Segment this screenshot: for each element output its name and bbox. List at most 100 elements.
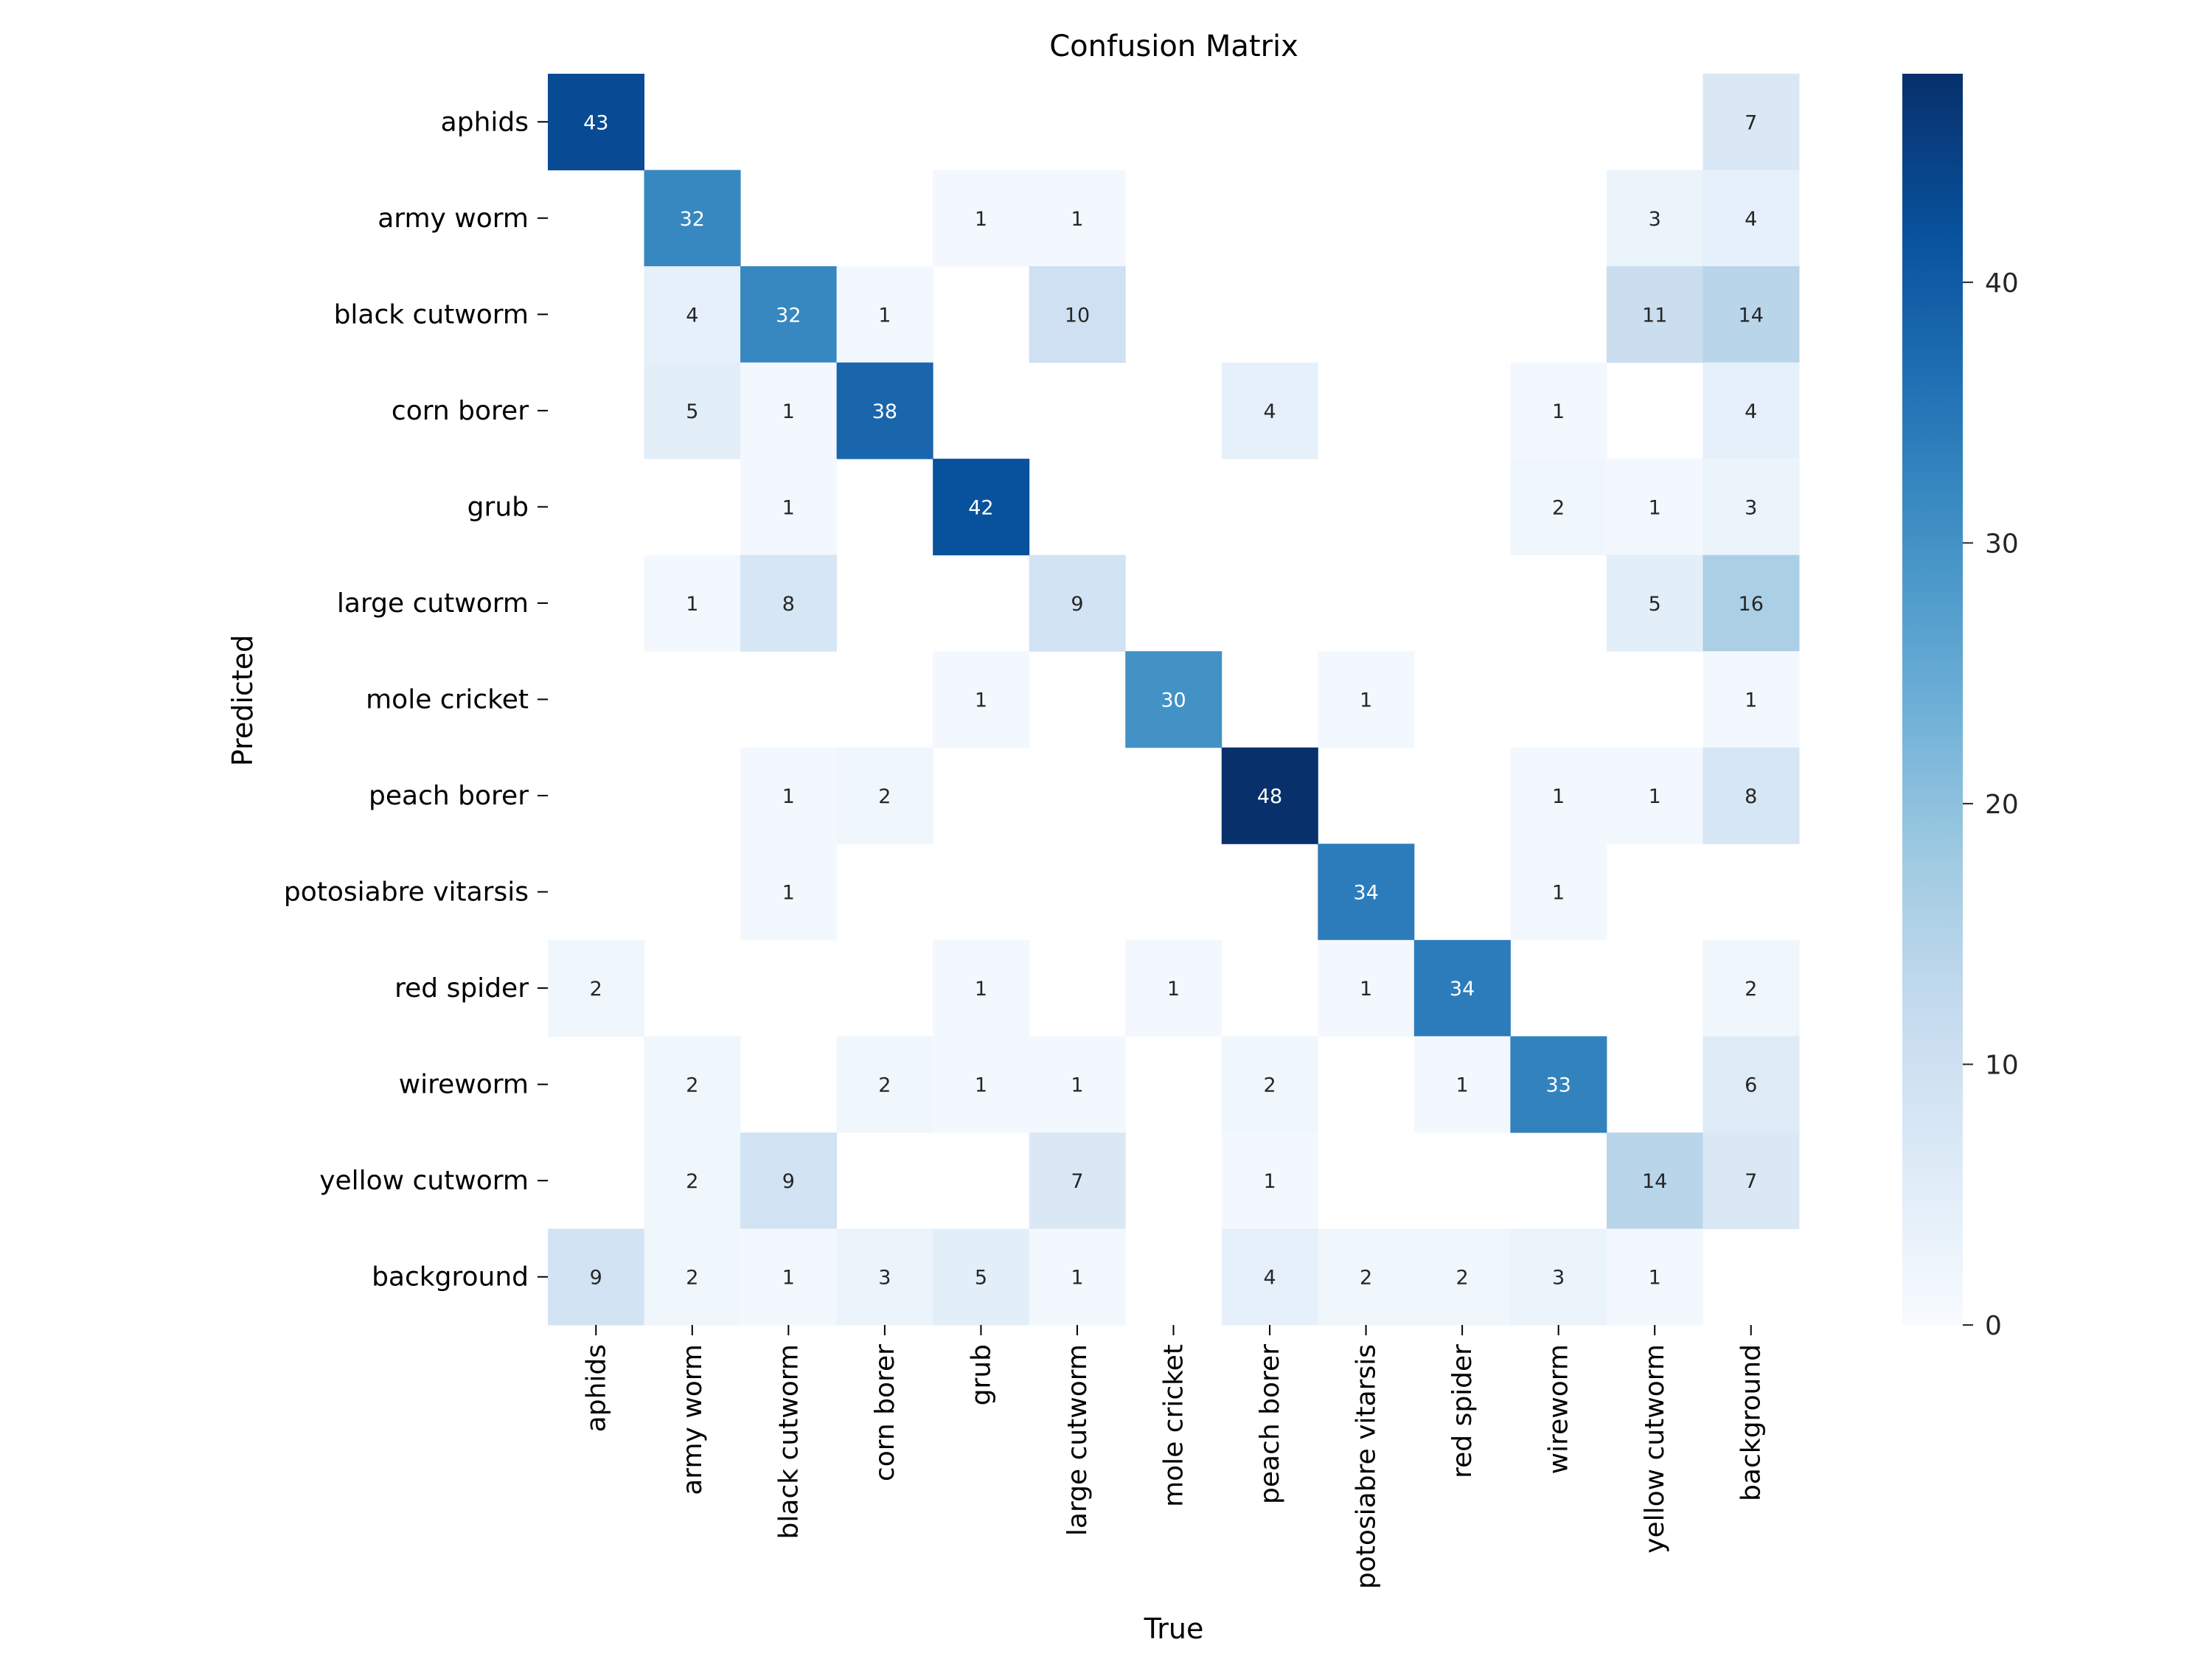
cell-value-label: 6 (1745, 1074, 1757, 1097)
x-tick-label: army worm (678, 1344, 708, 1495)
cell-value-label: 1 (1360, 978, 1372, 1001)
cell-value-label: 7 (1745, 1170, 1757, 1193)
cell-value-label: 1 (686, 593, 698, 616)
cell-value-label: 9 (590, 1267, 602, 1290)
cell-value-label: 16 (1739, 593, 1764, 616)
cell-value-label: 14 (1642, 1170, 1667, 1193)
x-axis-ticks: aphids army worm black cutworm corn borer gr… (581, 1325, 1767, 1589)
cell-value-label: 30 (1161, 689, 1186, 712)
y-tick-label: red spider (394, 973, 529, 1004)
cell-value-label: 3 (1649, 208, 1661, 231)
cell-value-label: 2 (878, 1074, 891, 1097)
y-tick-label: potosiabre vitarsis (284, 877, 529, 908)
cell-value-label: 1 (1552, 400, 1565, 423)
cell-value-label: 4 (1263, 400, 1276, 423)
cell-value-label: 1 (975, 1074, 987, 1097)
y-tick-label: mole cricket (366, 685, 529, 715)
cell-value-label: 1 (782, 882, 795, 905)
cell-value-label: 14 (1739, 304, 1764, 327)
cell-value-label: 4 (1263, 1267, 1276, 1290)
cell-value-label: 4 (1745, 400, 1757, 423)
cell-value-label: 10 (1065, 304, 1090, 327)
cell-value-label: 8 (1745, 785, 1757, 808)
cell-value-label: 1 (1071, 208, 1083, 231)
y-tick-label: corn borer (392, 396, 529, 426)
cell-value-label: 9 (1071, 593, 1083, 616)
cell-value-label: 48 (1257, 785, 1282, 808)
cell-value-label: 1 (1649, 785, 1661, 808)
chart-title: Confusion Matrix (1049, 29, 1298, 63)
cell-value-label: 1 (1071, 1074, 1083, 1097)
cell-value-label: 1 (975, 978, 987, 1001)
cell-value-label: 1 (1745, 689, 1757, 712)
cell-value-label: 34 (1450, 978, 1475, 1001)
cell-value-label: 4 (686, 304, 698, 327)
cell-value-label: 3 (1745, 496, 1757, 519)
cell-value-label: 1 (782, 496, 795, 519)
cell-value-label: 1 (782, 785, 795, 808)
cell-value-label: 1 (1552, 882, 1565, 905)
cell-value-label: 43 (583, 111, 608, 134)
y-tick-label: yellow cutworm (319, 1166, 529, 1196)
y-tick-label: grub (467, 492, 529, 522)
colorbar-tick-label: 40 (1985, 268, 2019, 299)
x-tick-label: potosiabre vitarsis (1352, 1344, 1382, 1589)
y-tick-label: background (372, 1262, 529, 1293)
y-axis-ticks: aphids army worm black cutworm corn borer gr… (284, 107, 548, 1293)
cell-value-label: 4 (1745, 208, 1757, 231)
cell-value-label: 33 (1545, 1074, 1571, 1097)
cell-value-label: 3 (878, 1267, 891, 1290)
colorbar-tick-label: 30 (1985, 529, 2019, 559)
cell-value-label: 5 (686, 400, 698, 423)
cell-value-label: 3 (1552, 1267, 1565, 1290)
x-tick-label: background (1736, 1344, 1767, 1501)
y-tick-label: black cutworm (334, 299, 529, 330)
colorbar (1902, 74, 1963, 1325)
cell-value-label: 2 (686, 1074, 698, 1097)
cell-value-label: 11 (1642, 304, 1667, 327)
x-tick-label: wireworm (1544, 1344, 1574, 1474)
x-tick-label: black cutworm (773, 1344, 804, 1539)
cell-value-label: 2 (1360, 1267, 1372, 1290)
y-axis-title: Predicted (226, 635, 259, 766)
x-tick-label: mole cricket (1159, 1344, 1189, 1507)
cell-value-label: 1 (1552, 785, 1565, 808)
cell-value-label: 2 (878, 785, 891, 808)
cell-value-label: 1 (1649, 1267, 1661, 1290)
x-axis-title: True (1144, 1613, 1204, 1645)
cell-value-label: 1 (1071, 1267, 1083, 1290)
y-tick-label: aphids (441, 107, 529, 137)
cell-value-label: 5 (975, 1267, 987, 1290)
cell-value-label: 2 (1745, 978, 1757, 1001)
cell-value-label: 8 (782, 593, 795, 616)
x-tick-label: red spider (1447, 1344, 1478, 1478)
colorbar-tick-label: 20 (1985, 790, 2019, 820)
confusion-matrix-chart: Confusion Matrix 43 732 1 1 3 44 32 1 10 11 145 1 38… (226, 29, 2019, 1645)
cell-value-label: 1 (878, 304, 891, 327)
cell-value-label: 1 (975, 208, 987, 231)
cell-value-label: 1 (1263, 1170, 1276, 1193)
colorbar-tick-label: 0 (1985, 1311, 2002, 1341)
cell-value-label: 1 (782, 400, 795, 423)
x-tick-label: peach borer (1255, 1344, 1285, 1504)
cell-value-label: 7 (1071, 1170, 1083, 1193)
colorbar-ticks: 0 10 20 30 40 (1963, 268, 2019, 1341)
x-tick-label: grub (966, 1344, 996, 1405)
cell-value-label: 1 (1456, 1074, 1469, 1097)
cell-value-label: 2 (686, 1267, 698, 1290)
y-tick-label: large cutworm (337, 588, 529, 619)
x-tick-label: large cutworm (1062, 1344, 1093, 1536)
cell-value-label: 34 (1353, 882, 1378, 905)
cell-value-label: 2 (1552, 496, 1565, 519)
cell-value-label: 32 (776, 304, 801, 327)
cell-value-label: 1 (975, 689, 987, 712)
colorbar-tick-label: 10 (1985, 1050, 2019, 1080)
cell-value-label: 2 (590, 978, 602, 1001)
cell-value-label: 38 (872, 400, 897, 423)
cell-value-label: 42 (968, 496, 993, 519)
cell-value-label: 1 (782, 1267, 795, 1290)
y-tick-label: peach borer (369, 781, 529, 811)
y-tick-label: wireworm (399, 1070, 529, 1100)
y-tick-label: army worm (378, 204, 529, 234)
x-tick-label: corn borer (870, 1344, 900, 1481)
